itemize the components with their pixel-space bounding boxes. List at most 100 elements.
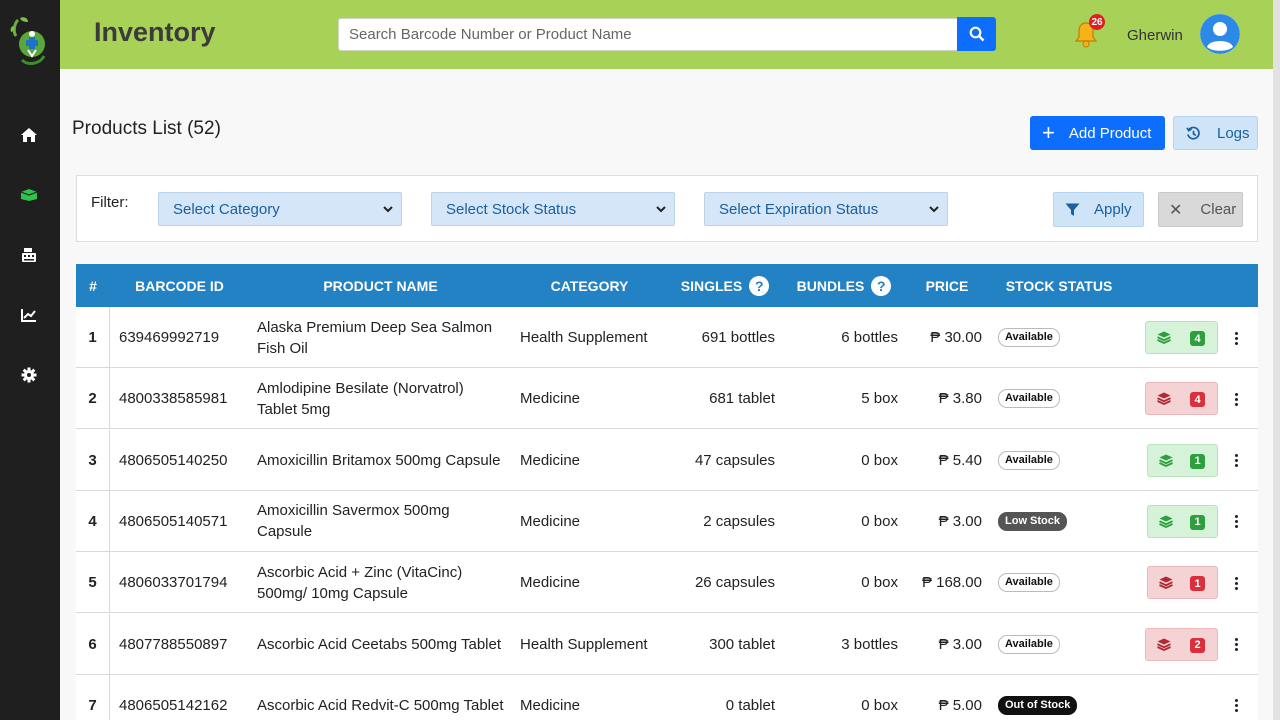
stock-status-cell: Available bbox=[998, 430, 1108, 491]
apply-label: Apply bbox=[1094, 201, 1132, 218]
category-cell: Medicine bbox=[520, 390, 581, 408]
category-cell: Health Supplement bbox=[520, 635, 648, 653]
layers-icon bbox=[1159, 515, 1173, 528]
batches-button[interactable]: 1 bbox=[1147, 566, 1218, 600]
chevron-down-icon bbox=[383, 206, 393, 213]
product-name-cell: Ascorbic Acid + Zinc (VitaCinc) 500mg/ 1… bbox=[257, 563, 463, 602]
search-button[interactable] bbox=[957, 17, 996, 51]
table-row[interactable]: 5 4806033701794 Ascorbic Acid + Zinc (Vita… bbox=[76, 552, 1258, 614]
singles-cell: 300 tablet bbox=[709, 635, 775, 653]
product-name-cell: Amlodipine Besilate (Norvatrol) Tablet 5… bbox=[257, 379, 464, 418]
category-cell: Medicine bbox=[520, 512, 581, 530]
price-cell: ₱ 5.40 bbox=[938, 451, 982, 469]
stock-status-cell: Available bbox=[998, 552, 1108, 613]
batch-count-badge: 1 bbox=[1190, 453, 1205, 469]
logs-label: Logs bbox=[1217, 124, 1250, 142]
row-number: 6 bbox=[76, 613, 110, 675]
col-header-number: # bbox=[89, 277, 97, 294]
table-row[interactable]: 2 4800338585981 Amlodipine Besilate (Norva… bbox=[76, 368, 1258, 430]
status-badge: Available bbox=[998, 634, 1060, 654]
search-input[interactable] bbox=[338, 18, 958, 51]
more-options-icon[interactable] bbox=[1226, 327, 1246, 349]
gear-icon[interactable] bbox=[16, 362, 42, 388]
username[interactable]: Gherwin bbox=[1127, 27, 1183, 44]
bundles-cell: 0 box bbox=[861, 451, 898, 469]
price-cell: ₱ 5.00 bbox=[938, 696, 982, 714]
batches-button[interactable]: 1 bbox=[1147, 504, 1218, 538]
clear-button[interactable]: ✕ Clear bbox=[1158, 192, 1243, 227]
plus-icon: + bbox=[1042, 120, 1055, 145]
bundles-cell: 6 bottles bbox=[841, 329, 898, 346]
table-row[interactable]: 1 639469992719 Alaska Premium Deep Sea Sal… bbox=[76, 307, 1258, 368]
batches-button[interactable]: 2 bbox=[1145, 627, 1218, 661]
barcode-cell: 639469992719 bbox=[119, 329, 220, 346]
batches-button[interactable]: 1 bbox=[1147, 443, 1218, 477]
batch-count-badge: 1 bbox=[1190, 514, 1205, 530]
product-name-cell: Amoxicillin Savermox 500mg Capsule bbox=[257, 502, 450, 541]
stock-status-cell: Out of Stock bbox=[998, 675, 1108, 720]
batch-count-badge: 4 bbox=[1190, 392, 1205, 408]
status-badge: Available bbox=[998, 573, 1060, 593]
category-cell: Health Supplement bbox=[520, 329, 648, 346]
status-badge: Available bbox=[998, 328, 1060, 347]
chart-line-icon[interactable] bbox=[16, 302, 42, 328]
more-options-icon[interactable] bbox=[1226, 388, 1246, 410]
col-header-product-name: PRODUCT NAME bbox=[323, 277, 438, 294]
bundles-cell: 3 bottles bbox=[841, 635, 898, 653]
barcode-cell: 4807788550897 bbox=[119, 635, 228, 653]
box-icon[interactable] bbox=[16, 182, 42, 208]
expiration-status-select[interactable]: Select Expiration Status bbox=[704, 192, 948, 226]
batches-button[interactable]: 4 bbox=[1145, 382, 1218, 416]
barcode-cell: 4800338585981 bbox=[119, 390, 228, 408]
more-options-icon[interactable] bbox=[1226, 450, 1246, 472]
filter-panel: Filter: Select Category Select Stock Sta… bbox=[76, 175, 1258, 242]
product-name-cell: Ascorbic Acid Redvit-C 500mg Tablet bbox=[257, 696, 504, 714]
col-header-barcode: BARCODE ID bbox=[135, 277, 224, 294]
stock-status-cell: Low Stock bbox=[998, 491, 1108, 552]
expiration-status-select-value: Select Expiration Status bbox=[719, 200, 879, 218]
more-options-icon[interactable] bbox=[1226, 511, 1246, 533]
bundles-cell: 0 box bbox=[861, 696, 898, 714]
bundles-cell: 5 box bbox=[861, 390, 898, 408]
price-cell: ₱ 3.00 bbox=[938, 512, 982, 530]
product-name-cell: Ascorbic Acid Ceetabs 500mg Tablet bbox=[257, 635, 502, 653]
add-product-button[interactable]: + Add Product bbox=[1030, 116, 1165, 150]
category-select[interactable]: Select Category bbox=[158, 192, 402, 226]
more-options-icon[interactable] bbox=[1226, 695, 1246, 717]
batches-button[interactable]: 4 bbox=[1145, 321, 1218, 354]
more-options-icon[interactable] bbox=[1226, 634, 1246, 656]
layers-icon bbox=[1159, 576, 1173, 590]
barcode-cell: 4806505142162 bbox=[119, 696, 228, 714]
stock-status-cell: Available bbox=[998, 368, 1108, 429]
stock-status-select[interactable]: Select Stock Status bbox=[431, 192, 675, 226]
chevron-down-icon bbox=[929, 206, 939, 213]
cash-register-icon[interactable] bbox=[16, 242, 42, 268]
table-row[interactable]: 6 4807788550897 Ascorbic Acid Ceetabs 500m… bbox=[76, 613, 1258, 675]
barcode-cell: 4806505140571 bbox=[119, 512, 228, 530]
top-header: Inventory 26 Gherwin bbox=[60, 0, 1273, 69]
products-list-title: Products List (52) bbox=[72, 118, 221, 139]
batch-count-badge: 2 bbox=[1190, 637, 1205, 653]
row-number: 5 bbox=[76, 552, 110, 614]
chevron-down-icon bbox=[656, 206, 666, 213]
table-header: # BARCODE ID PRODUCT NAME CATEGORY SINGL… bbox=[76, 264, 1258, 307]
stock-status-cell: Available bbox=[998, 614, 1108, 675]
avatar[interactable] bbox=[1200, 14, 1240, 54]
page-title: Inventory bbox=[94, 17, 216, 47]
app-logo bbox=[8, 14, 52, 68]
home-icon[interactable] bbox=[16, 122, 42, 148]
apply-button[interactable]: Apply bbox=[1053, 192, 1144, 227]
bundles-help-icon[interactable]: ? bbox=[871, 275, 892, 296]
row-number: 1 bbox=[76, 307, 110, 368]
singles-cell: 0 tablet bbox=[725, 696, 775, 714]
scrollbar[interactable] bbox=[1273, 0, 1280, 720]
table-row[interactable]: 4 4806505140571 Amoxicillin Savermox 500mg… bbox=[76, 490, 1258, 552]
notification-count-badge: 26 bbox=[1089, 14, 1105, 30]
singles-help-icon[interactable]: ? bbox=[749, 275, 770, 296]
barcode-cell: 4806505140250 bbox=[119, 451, 228, 469]
logs-button[interactable]: Logs bbox=[1173, 116, 1258, 150]
table-row[interactable]: 7 4806505142162 Ascorbic Acid Redvit-C 500… bbox=[76, 674, 1258, 720]
col-header-singles: SINGLES? bbox=[672, 264, 778, 307]
more-options-icon[interactable] bbox=[1226, 572, 1246, 594]
table-row[interactable]: 3 4806505140250 Amoxicillin Britamox 500mg… bbox=[76, 429, 1258, 491]
